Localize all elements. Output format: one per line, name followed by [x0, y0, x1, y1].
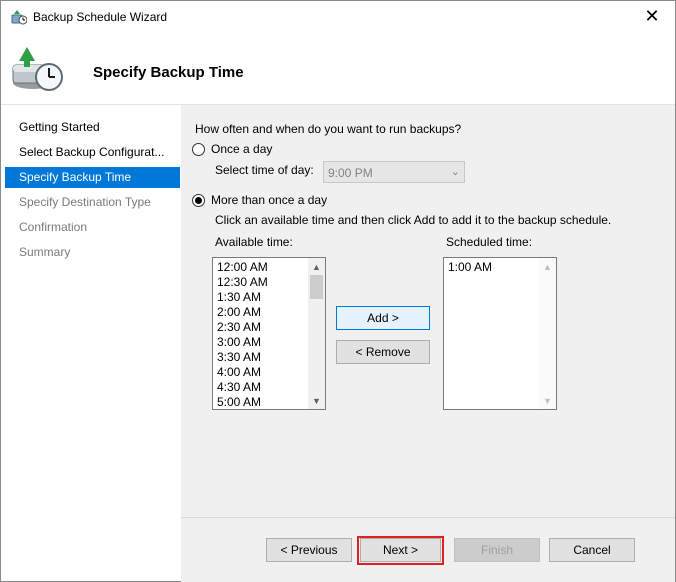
once-a-day-radio[interactable] [192, 143, 205, 156]
list-item[interactable]: 1:30 AM [217, 290, 261, 304]
radio-selected-dot [195, 197, 202, 204]
list-item[interactable]: 12:30 AM [217, 275, 268, 289]
step-specify-destination-type: Specify Destination Type [19, 195, 151, 209]
backup-schedule-icon [11, 10, 27, 25]
next-button-highlight [357, 536, 444, 565]
list-item[interactable]: 2:00 AM [217, 305, 261, 319]
scroll-up-icon: ▲ [543, 261, 552, 272]
step-specify-backup-time[interactable]: Specify Backup Time [5, 167, 180, 188]
step-summary: Summary [19, 245, 71, 259]
scroll-down-icon: ▼ [543, 395, 552, 406]
title-bar: Backup Schedule Wizard ✕ [1, 1, 675, 31]
time-of-day-select: 9:00 PM ⌄ [323, 161, 465, 183]
scroll-down-icon[interactable]: ▼ [308, 392, 325, 409]
more-than-once-label[interactable]: More than once a day [211, 193, 327, 207]
scheduled-time-list[interactable]: 1:00 AM ▲ ▼ [443, 257, 557, 410]
window-title: Backup Schedule Wizard [33, 10, 168, 24]
add-instruction: Click an available time and then click A… [215, 213, 612, 227]
available-time-scrollbar[interactable]: ▲ ▼ [308, 258, 325, 409]
list-item[interactable]: 4:00 AM [217, 365, 261, 379]
add-button[interactable]: Add > [336, 306, 430, 330]
close-icon[interactable]: ✕ [629, 1, 675, 31]
wizard-header: Specify Backup Time [1, 31, 675, 105]
once-a-day-label[interactable]: Once a day [211, 142, 272, 156]
wizard-window: Backup Schedule Wizard ✕ Specify Backup … [0, 0, 676, 582]
frequency-question: How often and when do you want to run ba… [195, 122, 462, 136]
select-time-label: Select time of day: [215, 163, 314, 177]
available-time-label: Available time: [215, 235, 293, 249]
more-than-once-radio[interactable] [192, 194, 205, 207]
list-item[interactable]: 12:00 AM [217, 260, 268, 274]
chevron-down-icon: ⌄ [450, 166, 460, 178]
scheduled-time-label: Scheduled time: [446, 235, 533, 249]
list-item[interactable]: 3:00 AM [217, 335, 261, 349]
cancel-button[interactable]: Cancel [549, 538, 635, 562]
scroll-up-icon[interactable]: ▲ [308, 258, 325, 275]
wizard-header-icon [12, 47, 63, 91]
step-select-backup-configuration[interactable]: Select Backup Configurat... [5, 142, 180, 163]
previous-button[interactable]: < Previous [266, 538, 352, 562]
available-time-list[interactable]: 12:00 AM 12:30 AM 1:30 AM 2:00 AM 2:30 A… [212, 257, 326, 410]
list-item[interactable]: 3:30 AM [217, 350, 261, 364]
list-item[interactable]: 4:30 AM [217, 380, 261, 394]
scheduled-time-scrollbar: ▲ ▼ [539, 258, 556, 409]
step-confirmation: Confirmation [19, 220, 88, 234]
remove-button[interactable]: < Remove [336, 340, 430, 364]
time-of-day-value: 9:00 PM [328, 166, 373, 180]
step-getting-started[interactable]: Getting Started [5, 117, 180, 138]
wizard-steps-sidebar: Getting Started Select Backup Configurat… [2, 105, 181, 581]
list-item[interactable]: 5:00 AM [217, 395, 261, 409]
scrollbar-thumb[interactable] [310, 275, 323, 299]
list-item[interactable]: 1:00 AM [448, 260, 492, 274]
list-item[interactable]: 2:30 AM [217, 320, 261, 334]
page-title: Specify Backup Time [93, 64, 244, 81]
finish-button: Finish [454, 538, 540, 562]
